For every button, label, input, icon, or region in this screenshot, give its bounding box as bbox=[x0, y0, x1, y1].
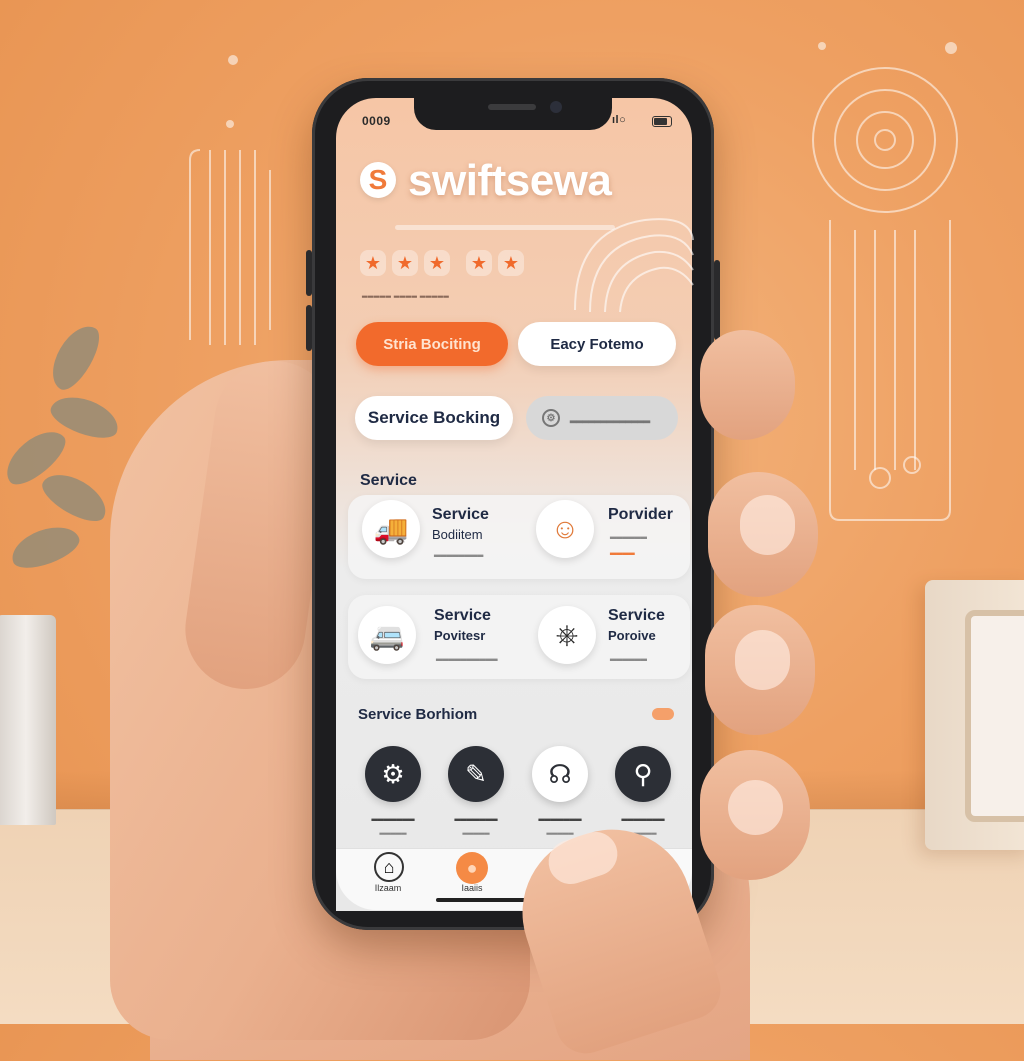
decor-bubble bbox=[226, 120, 234, 128]
service-card-subtitle: ▂▂▂▂▂▂▂▂ bbox=[434, 548, 484, 557]
fingernail bbox=[740, 495, 795, 555]
decor-bubble bbox=[945, 42, 957, 54]
tab-bookings-label[interactable]: Iaaiis bbox=[442, 883, 502, 893]
service-card-subtitle: ▂▂▂▂▂▂▂▂▂▂ bbox=[436, 652, 498, 661]
service-card-title-line2: Povitesr bbox=[434, 628, 486, 643]
star-icon: ★ bbox=[466, 250, 492, 276]
settings-icon: ⚙ bbox=[542, 409, 560, 427]
hand-finger bbox=[700, 330, 795, 440]
services-section-title: Service bbox=[360, 472, 417, 489]
primary-action-button[interactable]: Stria Bociting bbox=[356, 322, 508, 366]
booking-item-label: ▂▂▂▂▂▂▂ bbox=[371, 812, 415, 821]
plant-leaf bbox=[36, 464, 114, 530]
front-camera bbox=[550, 101, 562, 113]
pin-icon[interactable]: ⚲ bbox=[615, 746, 671, 802]
service-card-title-line2: Poroive bbox=[608, 628, 656, 643]
see-all-icon[interactable] bbox=[652, 708, 674, 720]
secondary-action-button[interactable]: Eacy Fotemo bbox=[518, 322, 676, 366]
truck-icon[interactable]: 🚚 bbox=[362, 500, 420, 558]
service-card-subtitle: ▂▂▂▂▂▂ bbox=[610, 530, 647, 539]
reviews-text: ▂▂▂▂▂ ▂▂▂▂ ▂▂▂▂▂ bbox=[362, 291, 450, 298]
bookings-icon[interactable]: ● bbox=[456, 852, 488, 884]
decor-line-art-right bbox=[812, 67, 958, 521]
headset-icon[interactable]: ☊ bbox=[532, 746, 588, 802]
booking-item-label: ▂▂▂▂▂▂▂ bbox=[538, 812, 582, 821]
rating-stars: ★ ★ ★ ★ ★ bbox=[360, 250, 524, 276]
earpiece bbox=[488, 104, 536, 110]
disabled-action-label: ▂▂▂▂▂▂▂▂▂▂▂▂▂ bbox=[570, 413, 650, 423]
steering-icon[interactable]: ⎈ bbox=[538, 606, 596, 664]
star-icon: ★ bbox=[498, 250, 524, 276]
tab-home-label[interactable]: Ilzaam bbox=[358, 883, 418, 893]
decor-frame bbox=[925, 580, 1024, 850]
service-card-title-line2: Bodiitem bbox=[432, 527, 483, 542]
booking-item-sublabel: ▂▂▂▂▂ bbox=[379, 828, 407, 835]
star-icon: ★ bbox=[392, 250, 418, 276]
service-card-title[interactable]: Service bbox=[608, 607, 665, 625]
app-logo-icon: S bbox=[360, 162, 396, 198]
decor-bubble bbox=[228, 55, 238, 65]
decor-swirl bbox=[574, 218, 694, 313]
volume-button bbox=[306, 250, 312, 296]
booking-item-sublabel: ▂▂▂▂▂ bbox=[462, 828, 490, 835]
van-icon[interactable]: 🚐 bbox=[358, 606, 416, 664]
app-brand-name: swiftsewa bbox=[408, 156, 612, 205]
car-icon[interactable]: ⚙ bbox=[365, 746, 421, 802]
status-signal: ıl○ bbox=[612, 114, 627, 126]
decor-line-art-left bbox=[189, 149, 271, 345]
star-icon: ★ bbox=[424, 250, 450, 276]
decor-bubble bbox=[818, 42, 826, 50]
booking-section-title: Service Borhiom bbox=[358, 706, 478, 723]
fingernail bbox=[728, 780, 783, 835]
fingernail bbox=[735, 630, 790, 690]
phone-notch bbox=[414, 98, 612, 130]
service-card-subtitle: ▂▂▂▂ bbox=[610, 546, 635, 555]
power-button bbox=[714, 260, 720, 340]
service-booking-button[interactable]: Service Bocking bbox=[355, 396, 513, 440]
home-icon[interactable]: ⌂ bbox=[374, 852, 404, 882]
plant-leaf bbox=[6, 519, 84, 575]
booking-item-label: ▂▂▂▂▂▂▂ bbox=[454, 812, 498, 821]
battery-icon bbox=[652, 116, 672, 127]
wrench-icon[interactable]: ✎ bbox=[448, 746, 504, 802]
star-icon: ★ bbox=[360, 250, 386, 276]
service-card-title[interactable]: Service bbox=[434, 607, 491, 625]
smile-icon[interactable]: ☺ bbox=[536, 500, 594, 558]
service-card-subtitle: ▂▂▂▂▂▂ bbox=[610, 652, 647, 661]
plant-leaf bbox=[42, 318, 108, 396]
disabled-action-button[interactable]: ⚙ ▂▂▂▂▂▂▂▂▂▂▂▂▂ bbox=[526, 396, 678, 440]
booking-item-label: ▂▂▂▂▂▂▂ bbox=[621, 812, 665, 821]
status-time: 0009 bbox=[362, 114, 391, 128]
service-card-title[interactable]: Porvider bbox=[608, 506, 673, 524]
plant-pot bbox=[0, 615, 56, 825]
volume-button bbox=[306, 305, 312, 351]
service-card-title[interactable]: Service bbox=[432, 506, 489, 524]
